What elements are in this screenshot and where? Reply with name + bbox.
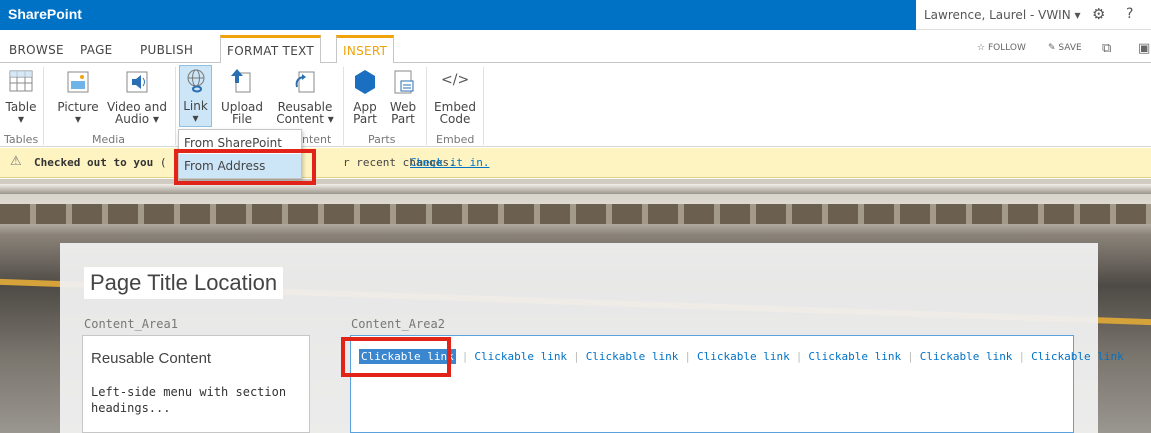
- sharepoint-brand[interactable]: SharePoint: [8, 6, 82, 22]
- check-in-link[interactable]: Check it in.: [410, 156, 489, 169]
- group-embed: Embed: [436, 133, 475, 146]
- group-tables: Tables: [4, 133, 39, 146]
- ribbon-insert: Table ▾ Picture ▾ Video and Audio ▾ Link ▾ U…: [0, 63, 1151, 147]
- follow-button[interactable]: ☆ FOLLOW: [977, 43, 1026, 53]
- content-area2[interactable]: Clickable link | Clickable link | Clickable …: [350, 335, 1124, 433]
- upload-icon: [231, 69, 251, 93]
- group-parts: Parts: [368, 133, 396, 146]
- link-separator: |: [684, 350, 692, 363]
- table-icon: [9, 70, 33, 92]
- highlight-box-from-address: [174, 149, 316, 185]
- app-part-button[interactable]: App Part: [350, 67, 380, 125]
- group-media: Media: [92, 133, 126, 146]
- suite-bar: SharePoint Lawrence, Laurel - VWIN ▾ ⚙ ?: [0, 0, 1151, 30]
- ribbon-divider: [43, 67, 44, 145]
- link-list: Clickable link | Clickable link | Clickable …: [359, 349, 1124, 364]
- content-card: Page Title Location Content_Area1 Conten…: [60, 243, 1124, 433]
- clickable-link[interactable]: Clickable link: [1031, 350, 1124, 363]
- reusable-content-heading: Reusable Content: [91, 350, 212, 367]
- link-separator: |: [573, 350, 580, 363]
- save-icon: ✎: [1048, 43, 1056, 53]
- focus-content-icon[interactable]: ⧉: [1102, 41, 1111, 56]
- clickable-link[interactable]: Clickable link: [586, 350, 679, 363]
- content-area1-label: Content_Area1: [84, 317, 178, 331]
- photo-fence: [0, 204, 1151, 224]
- clickable-link[interactable]: Clickable link: [697, 350, 790, 363]
- reusable-content-icon: [295, 71, 315, 93]
- video-audio-icon: [126, 71, 148, 93]
- tab-publish[interactable]: PUBLISH: [140, 43, 193, 57]
- tab-page[interactable]: PAGE: [80, 43, 113, 57]
- tab-insert[interactable]: INSERT: [336, 35, 395, 64]
- upload-file-button[interactable]: Upload File: [219, 67, 265, 125]
- ribbon-divider: [483, 67, 484, 145]
- link-separator: |: [907, 350, 914, 363]
- page-title[interactable]: Page Title Location: [84, 267, 284, 299]
- clickable-link[interactable]: Clickable link: [920, 350, 1013, 363]
- embed-icon[interactable]: ▣: [1138, 41, 1150, 56]
- group-content: ntent: [302, 133, 332, 146]
- tab-format-text[interactable]: FORMAT TEXT: [220, 35, 322, 64]
- picture-icon: [67, 71, 89, 93]
- web-part-button[interactable]: Web Part: [386, 67, 420, 125]
- app-part-icon: [355, 70, 375, 94]
- photo-guardrail: [0, 184, 1151, 194]
- ribbon-divider: [343, 67, 344, 145]
- link-separator: |: [1018, 350, 1026, 363]
- user-menu[interactable]: Lawrence, Laurel - VWIN ▾: [924, 8, 1081, 22]
- reusable-content-text: Left-side menu with section headings...: [91, 385, 287, 415]
- user-area: Lawrence, Laurel - VWIN ▾ ⚙ ?: [916, 0, 1151, 30]
- table-button[interactable]: Table ▾: [4, 67, 38, 125]
- content-area2-label: Content_Area2: [351, 317, 445, 331]
- reusable-content-button[interactable]: Reusable Content ▾: [273, 67, 337, 125]
- save-button[interactable]: ✎ SAVE: [1048, 43, 1082, 53]
- link-icon: [187, 69, 204, 93]
- gear-icon[interactable]: ⚙: [1092, 5, 1105, 23]
- link-button[interactable]: Link ▾: [179, 65, 212, 127]
- ribbon-divider: [175, 67, 176, 145]
- embed-code-button[interactable]: </> Embed Code: [432, 67, 478, 125]
- help-icon[interactable]: ?: [1126, 6, 1133, 22]
- link-separator: |: [461, 350, 469, 363]
- clickable-link[interactable]: Clickable link: [808, 350, 901, 363]
- ribbon-tabs: BROWSE PAGE PUBLISH FORMAT TEXT INSERT ☆…: [0, 30, 1151, 64]
- ribbon-divider: [426, 67, 427, 145]
- clickable-link[interactable]: Clickable link: [474, 350, 567, 363]
- web-part-icon: [394, 70, 414, 94]
- tab-browse[interactable]: BROWSE: [9, 43, 64, 57]
- notice-message: Checked out to you (: [34, 156, 167, 169]
- warning-icon: ⚠: [10, 154, 22, 169]
- highlight-box-clickable-link: [341, 337, 451, 377]
- checkout-notice-bar: ⚠ Checked out to you ( r recent changes.…: [0, 148, 1151, 178]
- picture-button[interactable]: Picture ▾: [56, 67, 100, 125]
- video-audio-button[interactable]: Video and Audio ▾: [104, 67, 170, 125]
- link-separator: |: [795, 350, 803, 363]
- code-icon: </>: [441, 72, 470, 88]
- content-area1[interactable]: Reusable Content Left-side menu with sec…: [82, 335, 310, 433]
